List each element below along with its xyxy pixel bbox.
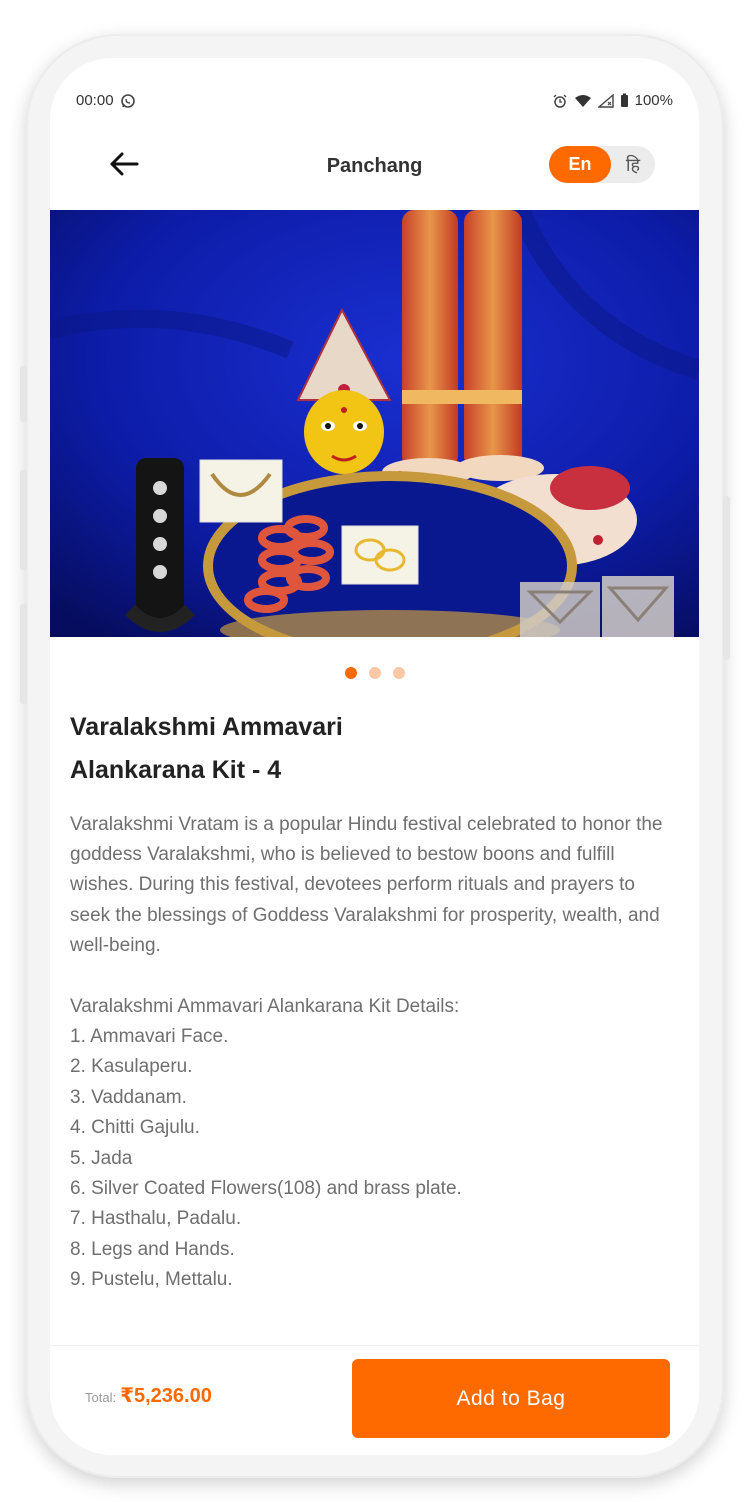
phone-side-button xyxy=(20,604,27,704)
carousel-indicator xyxy=(50,667,699,679)
status-time: 00:00 xyxy=(76,92,114,109)
total-label: Total: xyxy=(85,1390,117,1405)
phone-side-button xyxy=(20,470,27,570)
list-item: 5. Jada xyxy=(70,1147,133,1169)
signal-icon xyxy=(597,93,614,108)
phone-side-button xyxy=(723,496,730,660)
carousel-dot[interactable] xyxy=(392,667,405,679)
lang-option-hindi[interactable]: हि xyxy=(611,146,655,183)
list-item: 7. Hasthalu, Padalu. xyxy=(70,1208,242,1230)
carousel-dot[interactable] xyxy=(368,667,381,679)
checkout-bar: Total: ₹5,236.00 Add to Bag xyxy=(50,1345,699,1455)
list-item: 6. Silver Coated Flowers(108) and brass … xyxy=(70,1178,462,1200)
product-title-line: Varalakshmi Ammavari xyxy=(70,713,343,741)
language-toggle[interactable]: En हि xyxy=(549,146,655,183)
list-item: 3. Vaddanam. xyxy=(70,1086,187,1108)
lang-option-english[interactable]: En xyxy=(549,146,611,183)
list-item: 8. Legs and Hands. xyxy=(70,1238,235,1260)
list-item: 2. Kasulaperu. xyxy=(70,1056,193,1078)
alarm-icon xyxy=(552,93,568,109)
total-value: ₹5,236.00 xyxy=(120,1385,212,1407)
product-title: Varalakshmi Ammavari Alankarana Kit - 4 xyxy=(70,706,470,792)
phone-side-button xyxy=(20,366,27,422)
wifi-icon xyxy=(574,94,592,108)
product-title-line: Alankarana Kit - 4 xyxy=(70,756,282,784)
total-price: Total: ₹5,236.00 xyxy=(85,1383,212,1408)
list-item: 9. Pustelu, Mettalu. xyxy=(70,1269,233,1291)
list-item: 4. Chitti Gajulu. xyxy=(70,1117,200,1139)
whatsapp-icon xyxy=(120,93,136,109)
product-image-carousel[interactable] xyxy=(50,210,699,637)
app-screen: 00:00 100% Panchang En हि Varalakshmi Am… xyxy=(50,58,699,1455)
details-list: 1. Ammavari Face. 2. Kasulaperu. 3. Vadd… xyxy=(70,1022,462,1296)
add-to-bag-button[interactable]: Add to Bag xyxy=(352,1359,670,1438)
status-bar: 00:00 100% xyxy=(50,86,699,116)
list-item: 1. Ammavari Face. xyxy=(70,1026,229,1047)
details-heading: Varalakshmi Ammavari Alankarana Kit Deta… xyxy=(70,996,460,1017)
battery-level: 100% xyxy=(634,92,673,109)
battery-icon xyxy=(620,93,629,108)
app-header: Panchang En हि xyxy=(50,138,699,198)
product-image xyxy=(50,210,699,637)
product-description: Varalakshmi Vratam is a popular Hindu fe… xyxy=(70,814,663,956)
carousel-dot[interactable] xyxy=(344,667,357,679)
